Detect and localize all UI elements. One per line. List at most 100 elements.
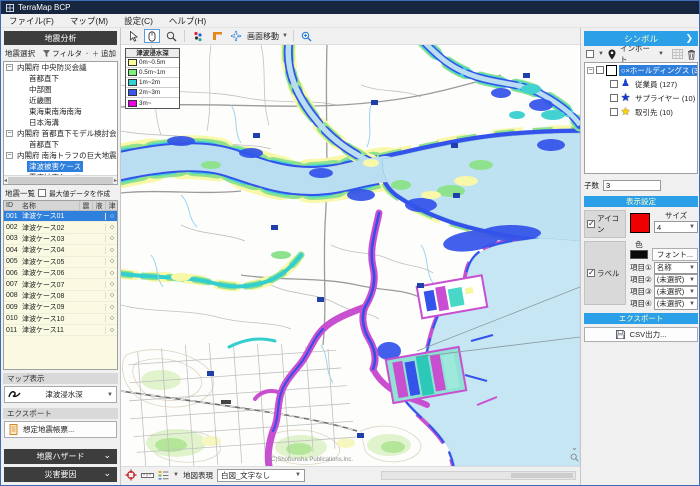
pan-hand-tool[interactable] (144, 29, 160, 43)
symbol-tree-item[interactable]: 取引先 (10) (585, 105, 697, 119)
add-button[interactable]: 追加 (101, 48, 116, 59)
table-row[interactable]: 002 津波ケース02 ○ (4, 222, 117, 233)
tree-expander-icon[interactable] (6, 152, 13, 159)
symbol-points-tool[interactable] (190, 29, 206, 43)
symbol-tree-item[interactable]: 従業員 (127) (585, 77, 697, 91)
symbol-tree-item[interactable]: サプライヤー (10) (585, 91, 697, 105)
chevron-down-icon[interactable] (658, 51, 664, 57)
chevron-down-icon[interactable] (282, 33, 288, 39)
tree-item[interactable]: 内閣府 南海トラフの巨大地震モデル検 (4, 150, 117, 161)
earthquake-source-tree[interactable]: 内閣府 中央防災会議 首都直下 中部圏 近畿圏 (3, 61, 118, 185)
tree-expander-icon[interactable] (6, 130, 13, 137)
table-row[interactable]: 009 津波ケース09 ○ (4, 302, 117, 313)
area-select-tool[interactable] (209, 29, 225, 43)
tree-item[interactable]: 内閣府 中央防災会議 (4, 62, 117, 73)
tree-item[interactable]: 首都直下 (4, 73, 117, 84)
chevron-down-icon[interactable]: ⌄ (571, 443, 578, 452)
symbol-tree-item[interactable]: ○×ホールディングス (3) (585, 63, 697, 77)
tree-item-label[interactable]: J-SHIS (15, 184, 43, 185)
scale-ruler-icon[interactable] (141, 471, 154, 480)
tree-item[interactable]: 東海東南海南海 (4, 106, 117, 117)
tree-item-label[interactable]: 首都直下 (27, 139, 61, 150)
pan-move-tool[interactable] (228, 29, 244, 43)
table-row[interactable]: 006 津波ケース06 ○ (4, 268, 117, 279)
size-combo[interactable]: 4 (654, 221, 698, 233)
table-row[interactable]: 007 津波ケース07 ○ (4, 279, 117, 290)
icon-checkbox[interactable] (587, 220, 595, 228)
symbol-item-label[interactable]: ○×ホールディングス (3) (619, 65, 698, 76)
trash-icon[interactable] (687, 49, 696, 60)
table-row[interactable]: 010 津波ケース10 ○ (4, 314, 117, 325)
child-count-input[interactable] (603, 180, 661, 191)
tree-item-label[interactable]: 首都直下 (27, 73, 61, 84)
tree-item-label[interactable]: 内閣府 首都直下モデル検討会 (15, 128, 118, 139)
table-row[interactable]: 004 津波ケース04 ○ (4, 245, 117, 256)
tree-item-label[interactable]: 津波被害ケース (27, 161, 83, 172)
filter-button[interactable]: フィルタ (52, 48, 82, 59)
font-button[interactable]: フォント... (652, 248, 698, 261)
report-export-button[interactable]: 想定地震帳票... (4, 421, 117, 438)
tree-item[interactable]: 近畿圏 (4, 95, 117, 106)
scrollbar-thumb[interactable] (511, 473, 573, 478)
tree-item-label[interactable]: 内閣府 南海トラフの巨大地震モデル検 (15, 150, 118, 161)
menu-settings[interactable]: 設定(C) (124, 15, 153, 27)
zoom-tool[interactable] (163, 29, 179, 43)
chevron-down-icon[interactable] (598, 51, 604, 57)
location-pin-icon[interactable] (608, 49, 616, 60)
map-style-combo[interactable]: 白図_文字なし (217, 469, 305, 482)
accordion-earthquake-hazard[interactable]: 地震ハザード (4, 449, 117, 464)
tree-item-label[interactable]: 近畿圏 (27, 95, 54, 106)
zoom-out-icon[interactable] (570, 453, 579, 462)
max-data-checkbox[interactable] (38, 189, 46, 197)
label-color-swatch[interactable] (630, 250, 648, 259)
tree-item[interactable]: 内閣府 首都直下モデル検討会 (4, 128, 117, 139)
map-display-combo[interactable]: 津波浸水深 (4, 386, 117, 403)
field-combo[interactable]: 名称 (654, 262, 698, 274)
csv-export-button[interactable]: CSV出力... (584, 327, 698, 342)
field-combo[interactable]: (未選択) (654, 298, 698, 310)
symbol-item-label[interactable]: 従業員 (127) (633, 79, 679, 90)
tree-item[interactable]: 日本海溝 (4, 117, 117, 128)
tree-item[interactable]: 首都直下 (4, 139, 117, 150)
icon-color-swatch[interactable] (630, 213, 650, 233)
table-row[interactable]: 011 津波ケース11 ○ (4, 325, 117, 336)
label-checkbox[interactable] (587, 269, 595, 277)
tree-item-label[interactable]: 日本海溝 (27, 117, 61, 128)
tree-expander-icon[interactable] (6, 64, 13, 71)
layer-list-icon[interactable] (158, 470, 169, 480)
map-side-controls[interactable]: ⌄ (570, 443, 579, 462)
tree-horizontal-scrollbar[interactable]: ◂▸ (4, 175, 117, 184)
tree-item-label[interactable]: 内閣府 中央防災会議 (15, 62, 89, 73)
select-all-checkbox[interactable] (586, 50, 594, 58)
table-row[interactable]: 001 津波ケース01 ○ (4, 211, 117, 222)
symbol-panel-header[interactable]: シンボル ❯ (584, 31, 698, 46)
symbol-item-label[interactable]: 取引先 (10) (633, 107, 675, 118)
tree-item[interactable]: 中部圏 (4, 84, 117, 95)
field-combo[interactable]: (未選択) (654, 286, 698, 298)
tree-expander-icon[interactable] (587, 67, 594, 74)
field-combo[interactable]: (未選択) (654, 274, 698, 286)
table-row[interactable]: 005 津波ケース05 ○ (4, 257, 117, 268)
table-row[interactable]: 008 津波ケース08 ○ (4, 291, 117, 302)
layer-visibility-checkbox[interactable] (610, 94, 618, 102)
collapse-arrow-icon[interactable]: ❯ (685, 33, 693, 44)
table-grid-icon[interactable] (672, 49, 683, 59)
map-canvas[interactable]: 津波浸水深 0m~0.5m 0.5m~1m (121, 45, 580, 466)
table-row[interactable]: 003 津波ケース03 ○ (4, 234, 117, 245)
layer-visibility-checkbox[interactable] (596, 66, 604, 74)
tree-item-label[interactable]: 東海東南海南海 (27, 106, 84, 117)
menu-file[interactable]: ファイル(F) (9, 15, 54, 27)
tree-item[interactable]: 津波被害ケース (4, 161, 117, 172)
layer-visibility-checkbox[interactable] (610, 80, 618, 88)
tree-item-label[interactable]: 中部圏 (27, 84, 54, 95)
map-horizontal-scrollbar[interactable] (381, 471, 576, 480)
layer-visibility-checkbox[interactable] (610, 108, 618, 116)
symbol-tree[interactable]: ○×ホールディングス (3) 従業員 (127) サプライヤー (10) (584, 62, 698, 174)
menu-map[interactable]: マップ(M) (70, 15, 108, 27)
select-cursor-tool[interactable] (125, 29, 141, 43)
chevron-down-icon[interactable] (173, 472, 179, 478)
center-crosshair-icon[interactable] (125, 469, 137, 481)
symbol-item-label[interactable]: サプライヤー (10) (633, 93, 697, 104)
accordion-disaster-factor[interactable]: 災害要因 (4, 467, 117, 482)
menu-help[interactable]: ヘルプ(H) (169, 15, 206, 27)
